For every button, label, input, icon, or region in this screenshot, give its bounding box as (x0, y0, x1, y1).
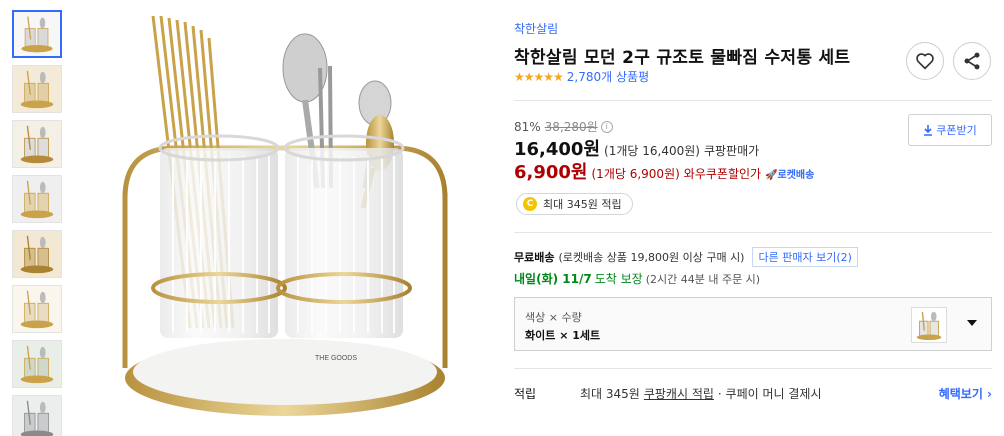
coupon-unit-price: (1개당 6,900원) (591, 167, 680, 181)
thumbnail-item[interactable] (12, 65, 62, 113)
coupon-price-row: 6,900원 (1개당 6,900원) 와우쿠폰할인가 🚀로켓배송 (514, 158, 814, 184)
shipping-detail: (로켓배송 상품 19,800원 이상 구매 시) (558, 251, 745, 264)
thumbnail-item[interactable] (12, 395, 62, 436)
divider (514, 368, 992, 369)
thumbnail-item[interactable] (12, 175, 62, 223)
original-price: 38,280원 (544, 120, 598, 134)
thumbnail-item[interactable] (12, 230, 62, 278)
rating-stars: ★★★★★ (514, 69, 564, 84)
heart-icon (916, 53, 934, 70)
thumbnail-image (13, 121, 61, 167)
share-button[interactable] (953, 42, 991, 80)
other-sellers-button[interactable]: 다른 판매자 보기(2) (752, 247, 858, 267)
option-selector[interactable]: 색상 × 수량 화이트 × 1세트 (514, 297, 992, 351)
thumbnail-item[interactable] (12, 10, 62, 58)
product-info-panel: 착한살림 착한살림 모던 2구 규조토 물빠짐 수저통 세트 ★★★★★ 2,7… (512, 0, 1004, 436)
points-badge: C 최대 345원 적립 (516, 193, 633, 215)
product-illustration: THE GOODS (122, 15, 448, 416)
delivery-day: 내일(화) 11/7 (514, 272, 592, 286)
coupon-price: 6,900원 (514, 162, 588, 183)
coupon-button-label: 쿠폰받기 (936, 124, 977, 137)
delivery-note: (2시간 44분 내 주문 시) (645, 273, 761, 286)
thumbnail-image (13, 176, 61, 222)
points-text: 최대 345원 적립 (543, 198, 622, 211)
info-icon[interactable]: i (600, 120, 613, 133)
brand-link[interactable]: 착한살림 (514, 20, 558, 37)
shipping-label: 무료배송 (514, 251, 555, 264)
coin-icon: C (523, 197, 537, 211)
rocket-delivery-badge: 🚀로켓배송 (765, 170, 815, 181)
option-names: 색상 × 수량 (525, 311, 582, 324)
chevron-down-icon (967, 320, 977, 326)
reward-prefix: 최대 345원 (580, 387, 640, 401)
option-values: 화이트 × 1세트 (525, 329, 601, 342)
thumbnail-image (13, 66, 61, 112)
divider (514, 232, 992, 233)
base-logo-text: THE GOODS (315, 355, 357, 362)
download-icon (924, 124, 933, 136)
review-count[interactable]: 2,780개 상품평 (567, 68, 649, 85)
reward-label: 적립 (514, 387, 537, 401)
rating-row[interactable]: ★★★★★ 2,780개 상품평 (514, 68, 649, 85)
coupang-cash-link[interactable]: 쿠팡캐시 적립 (644, 385, 714, 402)
thumbnail-image (13, 286, 61, 332)
thumbnail-item[interactable] (12, 340, 62, 388)
reward-suffix: · 쿠페이 머니 결제시 (717, 387, 822, 401)
discount-rate: 81% (514, 119, 541, 134)
thumbnail-item[interactable] (12, 285, 62, 333)
option-thumbnail (911, 307, 947, 343)
main-product-image[interactable]: THE GOODS (95, 8, 475, 428)
delivery-status: 도착 보장 (594, 272, 643, 286)
like-button[interactable] (906, 42, 944, 80)
thumbnail-item[interactable] (12, 120, 62, 168)
sale-unit-price: (1개당 16,400원) (604, 144, 700, 158)
delivery-row: 내일(화) 11/7 도착 보장 (2시간 44분 내 주문 시) (514, 270, 760, 287)
thumbnail-image (13, 231, 61, 277)
option-product-image (916, 311, 942, 341)
thumbnail-image (13, 396, 61, 436)
share-icon (964, 52, 980, 70)
sale-price-label: 쿠팡판매가 (703, 144, 760, 158)
coupon-price-label: 와우쿠폰할인가 (683, 167, 762, 181)
coupon-download-button[interactable]: 쿠폰받기 (908, 114, 992, 146)
shipping-row: 무료배송 (로켓배송 상품 19,800원 이상 구매 시) 다른 판매자 보기… (514, 247, 858, 267)
reward-row: 적립 최대 345원 쿠팡캐시 적립 · 쿠페이 머니 결제시 혜택보기 › (514, 385, 992, 402)
discount-row: 81% 38,280원 i (514, 118, 613, 135)
thumbnail-image (13, 341, 61, 387)
benefit-view-link[interactable]: 혜택보기 › (939, 385, 992, 402)
product-title: 착한살림 모던 2구 규조토 물빠짐 수저통 세트 (514, 48, 851, 68)
divider (514, 100, 992, 101)
thumbnail-image (14, 12, 60, 56)
thumbnail-list (12, 10, 64, 436)
